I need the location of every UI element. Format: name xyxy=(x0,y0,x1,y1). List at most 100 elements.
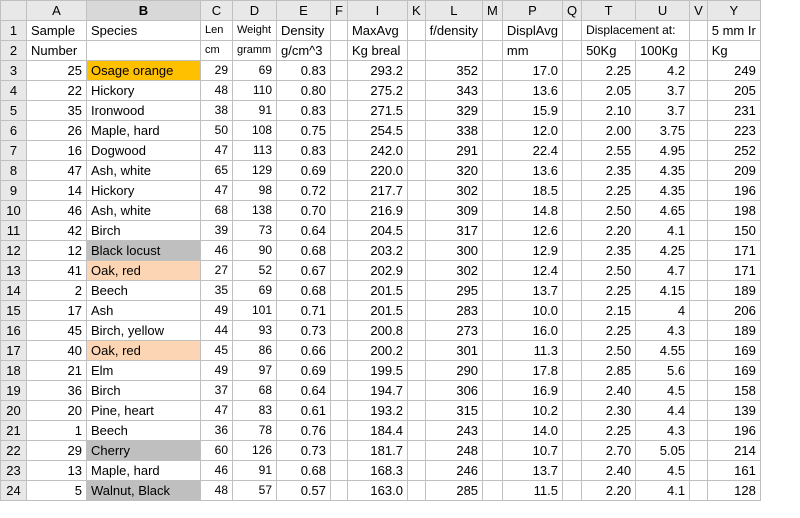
cell-I17[interactable]: 200.2 xyxy=(347,341,407,361)
cell-B2[interactable] xyxy=(87,41,201,61)
cell-L5[interactable]: 329 xyxy=(425,101,482,121)
cell-Y21[interactable]: 196 xyxy=(707,421,760,441)
cell-V15[interactable] xyxy=(690,301,708,321)
cell-U7[interactable]: 4.95 xyxy=(636,141,690,161)
cell-D19[interactable]: 68 xyxy=(233,381,277,401)
cell-Q10[interactable] xyxy=(562,201,581,221)
cell-F6[interactable] xyxy=(331,121,348,141)
cell-K19[interactable] xyxy=(407,381,425,401)
cell-Y19[interactable]: 158 xyxy=(707,381,760,401)
cell-K8[interactable] xyxy=(407,161,425,181)
cell-B17[interactable]: Oak, red xyxy=(87,341,201,361)
cell-K24[interactable] xyxy=(407,481,425,501)
cell-L10[interactable]: 309 xyxy=(425,201,482,221)
cell-A5[interactable]: 35 xyxy=(27,101,87,121)
cell-T20[interactable]: 2.30 xyxy=(582,401,636,421)
cell-I2[interactable]: Kg breal xyxy=(347,41,407,61)
col-header-F[interactable]: F xyxy=(331,1,348,21)
cell-A3[interactable]: 25 xyxy=(27,61,87,81)
cell-T8[interactable]: 2.35 xyxy=(582,161,636,181)
cell-Y13[interactable]: 171 xyxy=(707,261,760,281)
cell-K3[interactable] xyxy=(407,61,425,81)
cell-T1[interactable]: Displacement at: xyxy=(582,21,690,41)
cell-C19[interactable]: 37 xyxy=(201,381,233,401)
cell-Y7[interactable]: 252 xyxy=(707,141,760,161)
cell-U18[interactable]: 5.6 xyxy=(636,361,690,381)
cell-A2[interactable]: Number xyxy=(27,41,87,61)
col-header-E[interactable]: E xyxy=(277,1,331,21)
cell-Q16[interactable] xyxy=(562,321,581,341)
cell-M23[interactable] xyxy=(483,461,503,481)
row-header[interactable]: 5 xyxy=(1,101,27,121)
cell-K5[interactable] xyxy=(407,101,425,121)
col-header-P[interactable]: P xyxy=(502,1,562,21)
cell-C21[interactable]: 36 xyxy=(201,421,233,441)
cell-Y23[interactable]: 161 xyxy=(707,461,760,481)
spreadsheet-grid[interactable]: ABCDEFIKLMPQTUVY 1SampleSpeciesLenWeight… xyxy=(0,0,761,501)
cell-E9[interactable]: 0.72 xyxy=(277,181,331,201)
cell-E1[interactable]: Density xyxy=(277,21,331,41)
cell-P19[interactable]: 16.9 xyxy=(502,381,562,401)
cell-U20[interactable]: 4.4 xyxy=(636,401,690,421)
cell-Q12[interactable] xyxy=(562,241,581,261)
cell-Q6[interactable] xyxy=(562,121,581,141)
cell-L23[interactable]: 246 xyxy=(425,461,482,481)
cell-V9[interactable] xyxy=(690,181,708,201)
cell-T13[interactable]: 2.50 xyxy=(582,261,636,281)
cell-L20[interactable]: 315 xyxy=(425,401,482,421)
cell-U16[interactable]: 4.3 xyxy=(636,321,690,341)
cell-D3[interactable]: 69 xyxy=(233,61,277,81)
cell-T4[interactable]: 2.05 xyxy=(582,81,636,101)
cell-T9[interactable]: 2.25 xyxy=(582,181,636,201)
row-header[interactable]: 4 xyxy=(1,81,27,101)
cell-A6[interactable]: 26 xyxy=(27,121,87,141)
row-header[interactable]: 1 xyxy=(1,21,27,41)
cell-C7[interactable]: 47 xyxy=(201,141,233,161)
row-header[interactable]: 10 xyxy=(1,201,27,221)
cell-P18[interactable]: 17.8 xyxy=(502,361,562,381)
cell-E12[interactable]: 0.68 xyxy=(277,241,331,261)
cell-M20[interactable] xyxy=(483,401,503,421)
cell-E19[interactable]: 0.64 xyxy=(277,381,331,401)
cell-F10[interactable] xyxy=(331,201,348,221)
cell-D24[interactable]: 57 xyxy=(233,481,277,501)
cell-U9[interactable]: 4.35 xyxy=(636,181,690,201)
cell-I5[interactable]: 271.5 xyxy=(347,101,407,121)
cell-C24[interactable]: 48 xyxy=(201,481,233,501)
cell-V23[interactable] xyxy=(690,461,708,481)
cell-K13[interactable] xyxy=(407,261,425,281)
row-header[interactable]: 14 xyxy=(1,281,27,301)
cell-D4[interactable]: 110 xyxy=(233,81,277,101)
row-header[interactable]: 22 xyxy=(1,441,27,461)
cell-B12[interactable]: Black locust xyxy=(87,241,201,261)
cell-Q21[interactable] xyxy=(562,421,581,441)
cell-M4[interactable] xyxy=(483,81,503,101)
cell-K7[interactable] xyxy=(407,141,425,161)
cell-U8[interactable]: 4.35 xyxy=(636,161,690,181)
cell-Y17[interactable]: 169 xyxy=(707,341,760,361)
cell-T14[interactable]: 2.25 xyxy=(582,281,636,301)
cell-A9[interactable]: 14 xyxy=(27,181,87,201)
cell-Y8[interactable]: 209 xyxy=(707,161,760,181)
cell-P13[interactable]: 12.4 xyxy=(502,261,562,281)
cell-Q13[interactable] xyxy=(562,261,581,281)
cell-B5[interactable]: Ironwood xyxy=(87,101,201,121)
cell-I15[interactable]: 201.5 xyxy=(347,301,407,321)
cell-P15[interactable]: 10.0 xyxy=(502,301,562,321)
cell-C4[interactable]: 48 xyxy=(201,81,233,101)
cell-Y2[interactable]: Kg xyxy=(707,41,760,61)
cell-K9[interactable] xyxy=(407,181,425,201)
cell-P11[interactable]: 12.6 xyxy=(502,221,562,241)
cell-Y11[interactable]: 150 xyxy=(707,221,760,241)
cell-Q14[interactable] xyxy=(562,281,581,301)
cell-B6[interactable]: Maple, hard xyxy=(87,121,201,141)
col-header-Q[interactable]: Q xyxy=(562,1,581,21)
col-header-T[interactable]: T xyxy=(582,1,636,21)
cell-A19[interactable]: 36 xyxy=(27,381,87,401)
cell-V18[interactable] xyxy=(690,361,708,381)
cell-A10[interactable]: 46 xyxy=(27,201,87,221)
cell-B9[interactable]: Hickory xyxy=(87,181,201,201)
cell-V1[interactable] xyxy=(690,21,708,41)
cell-K22[interactable] xyxy=(407,441,425,461)
cell-B13[interactable]: Oak, red xyxy=(87,261,201,281)
